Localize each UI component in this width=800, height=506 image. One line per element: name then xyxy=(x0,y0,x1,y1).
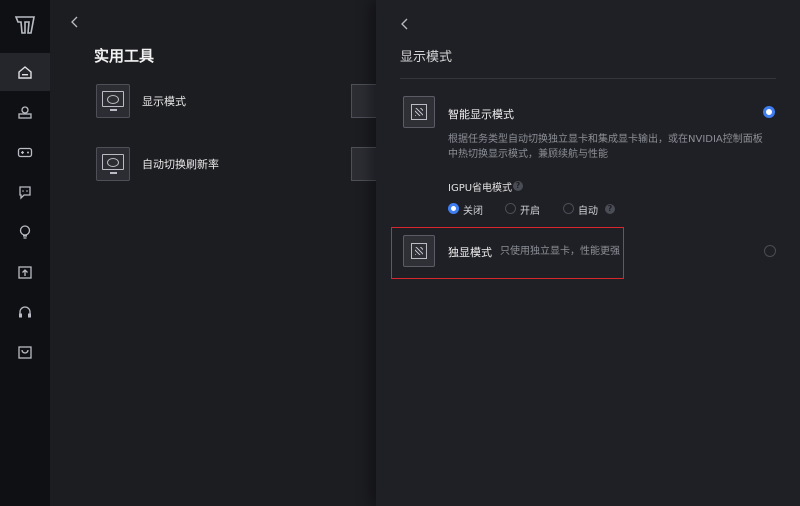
igpu-off-radio[interactable] xyxy=(448,203,459,214)
sidebar-item-performance[interactable] xyxy=(0,93,50,131)
igpu-auto-radio[interactable] xyxy=(563,203,574,214)
gauge-tool-icon[interactable] xyxy=(351,147,377,181)
sidebar-item-store[interactable] xyxy=(0,333,50,371)
igpu-auto-label: 自动 xyxy=(578,206,598,217)
display-mode-icon xyxy=(96,84,130,118)
headphones-icon xyxy=(19,306,31,318)
app-logo-icon xyxy=(14,16,35,34)
smart-mode-radio[interactable] xyxy=(763,106,775,118)
help-icon[interactable]: ? xyxy=(513,181,523,191)
back-arrow-icon[interactable] xyxy=(70,15,80,29)
sidebar-item-gamepad[interactable] xyxy=(0,133,50,171)
refresh-rate-icon xyxy=(96,147,130,181)
main-content xyxy=(50,0,376,506)
sidebar-item-audio[interactable] xyxy=(0,293,50,331)
panel-back-arrow-icon[interactable] xyxy=(400,17,410,31)
tool-refresh-rate[interactable]: 自动切换刷新率 xyxy=(96,147,219,181)
chat-icon xyxy=(19,186,31,200)
help-icon[interactable]: ? xyxy=(605,204,615,214)
tool-display-mode[interactable]: 显示模式 xyxy=(96,84,186,118)
smart-mode-desc-2: 中热切换显示模式，兼顾续航与性能 xyxy=(448,149,608,160)
sidebar-item-home[interactable] xyxy=(0,53,50,91)
divider xyxy=(400,78,776,79)
panel-title: 显示模式 xyxy=(400,50,453,65)
tool-label: 显示模式 xyxy=(142,95,186,108)
upload-icon xyxy=(18,266,32,279)
page-title: 实用工具 xyxy=(94,47,155,65)
igpu-title: IGPU省电模式 xyxy=(448,183,513,194)
sidebar-item-lighting[interactable] xyxy=(0,213,50,251)
igpu-on-label: 开启 xyxy=(520,206,540,217)
store-icon xyxy=(18,346,32,359)
tool-label: 自动切换刷新率 xyxy=(142,158,219,171)
sidebar-item-update[interactable] xyxy=(0,253,50,291)
performance-icon xyxy=(18,106,32,119)
smart-mode-desc-1: 根据任务类型自动切换独立显卡和集成显卡输出，或在NVIDIA控制面板 xyxy=(448,134,763,145)
smart-display-chip-icon xyxy=(403,96,435,128)
highlight-box xyxy=(391,227,624,279)
sidebar xyxy=(0,0,50,506)
sidebar-item-chat[interactable] xyxy=(0,173,50,211)
igpu-on-radio[interactable] xyxy=(505,203,516,214)
gamepad-icon xyxy=(17,147,33,158)
settings-tool-icon[interactable] xyxy=(351,84,377,118)
discrete-mode-radio[interactable] xyxy=(764,245,776,257)
igpu-off-label: 关闭 xyxy=(463,206,483,217)
home-icon xyxy=(18,66,32,79)
smart-mode-title: 智能显示模式 xyxy=(448,108,514,121)
lightbulb-icon xyxy=(19,225,31,239)
